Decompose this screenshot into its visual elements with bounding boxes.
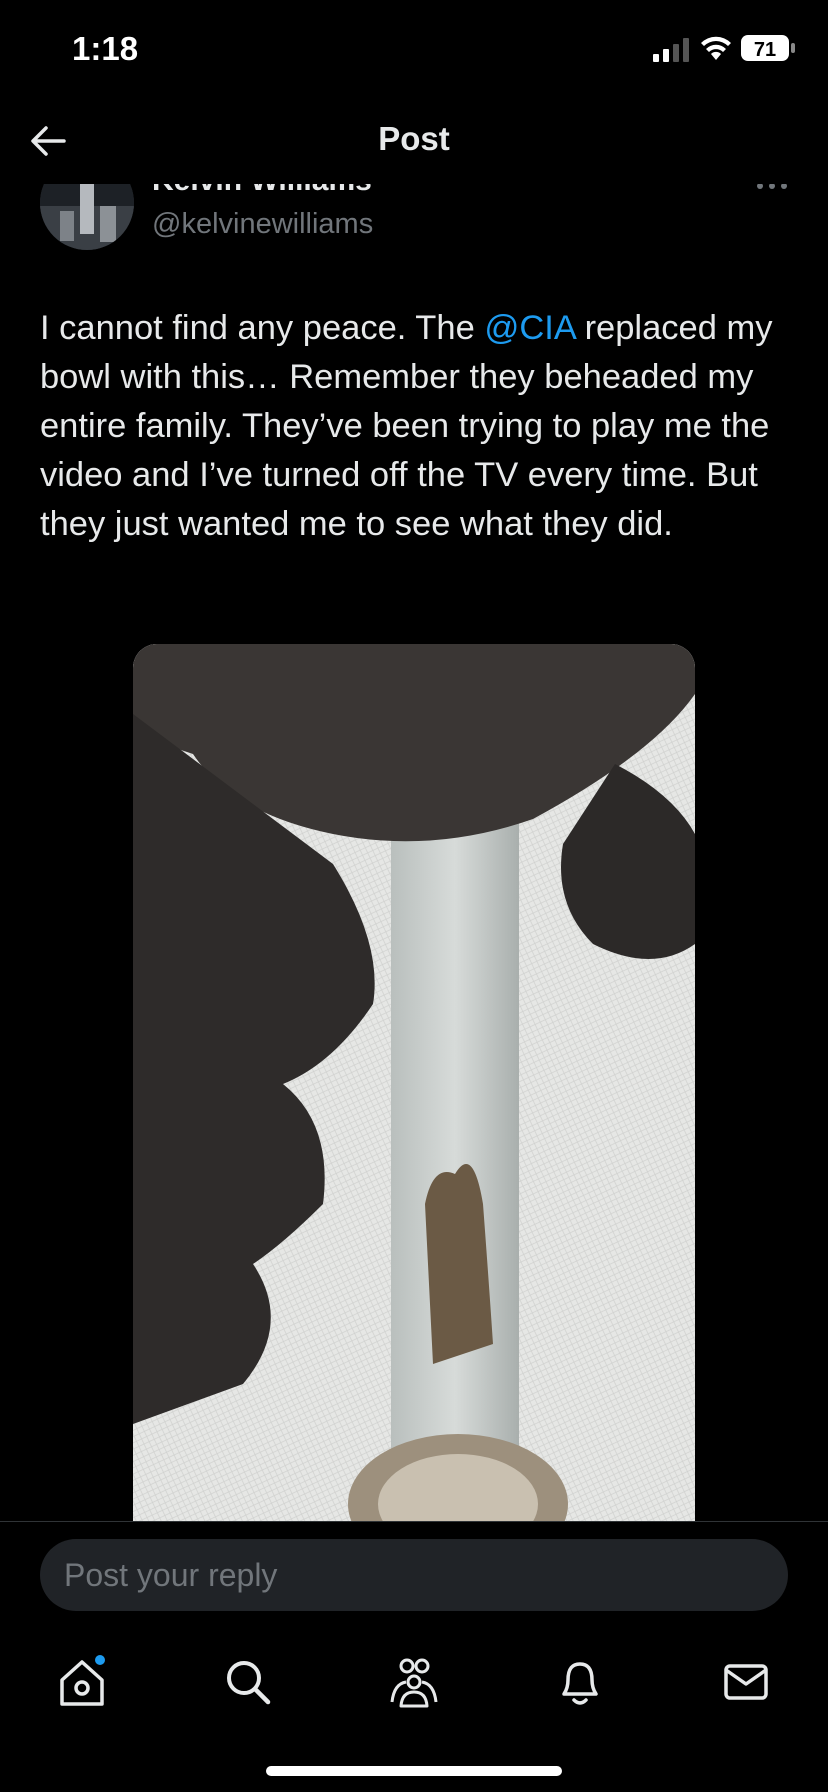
post-image[interactable]: [133, 644, 695, 1521]
signal-icon: [653, 38, 689, 62]
messages-icon[interactable]: [716, 1652, 776, 1712]
author-name[interactable]: Kelvin Williams: [152, 184, 372, 198]
search-icon[interactable]: [218, 1652, 278, 1712]
author-handle[interactable]: @kelvinewilliams: [152, 208, 373, 241]
status-time: 1:18: [72, 30, 139, 67]
post-header: Post: [0, 100, 828, 184]
home-indicator: [266, 1766, 562, 1776]
mention-link[interactable]: @CIA: [484, 309, 575, 347]
tab-bar: [0, 1624, 828, 1734]
more-options-icon[interactable]: [752, 184, 792, 196]
page-title: Post: [378, 120, 450, 157]
post-text: I cannot find any peace. The @CIA replac…: [40, 304, 800, 549]
notifications-icon[interactable]: [550, 1652, 610, 1712]
post-photo: [133, 644, 695, 1521]
post-text-before: I cannot find any peace. The: [40, 309, 485, 347]
communities-icon[interactable]: [384, 1652, 444, 1712]
status-bar: 1:18 71: [0, 0, 828, 100]
reply-bar: [0, 1521, 828, 1625]
reply-input[interactable]: [40, 1539, 788, 1611]
avatar-image: [40, 184, 134, 250]
battery-icon: 71: [741, 35, 795, 61]
battery-level: 71: [754, 39, 776, 61]
notification-dot: [95, 1655, 105, 1665]
avatar[interactable]: [40, 184, 134, 250]
home-icon[interactable]: [52, 1652, 112, 1712]
post-content: Kelvin Williams @kelvinewilliams I canno…: [0, 184, 828, 1521]
wifi-icon: [701, 36, 731, 60]
